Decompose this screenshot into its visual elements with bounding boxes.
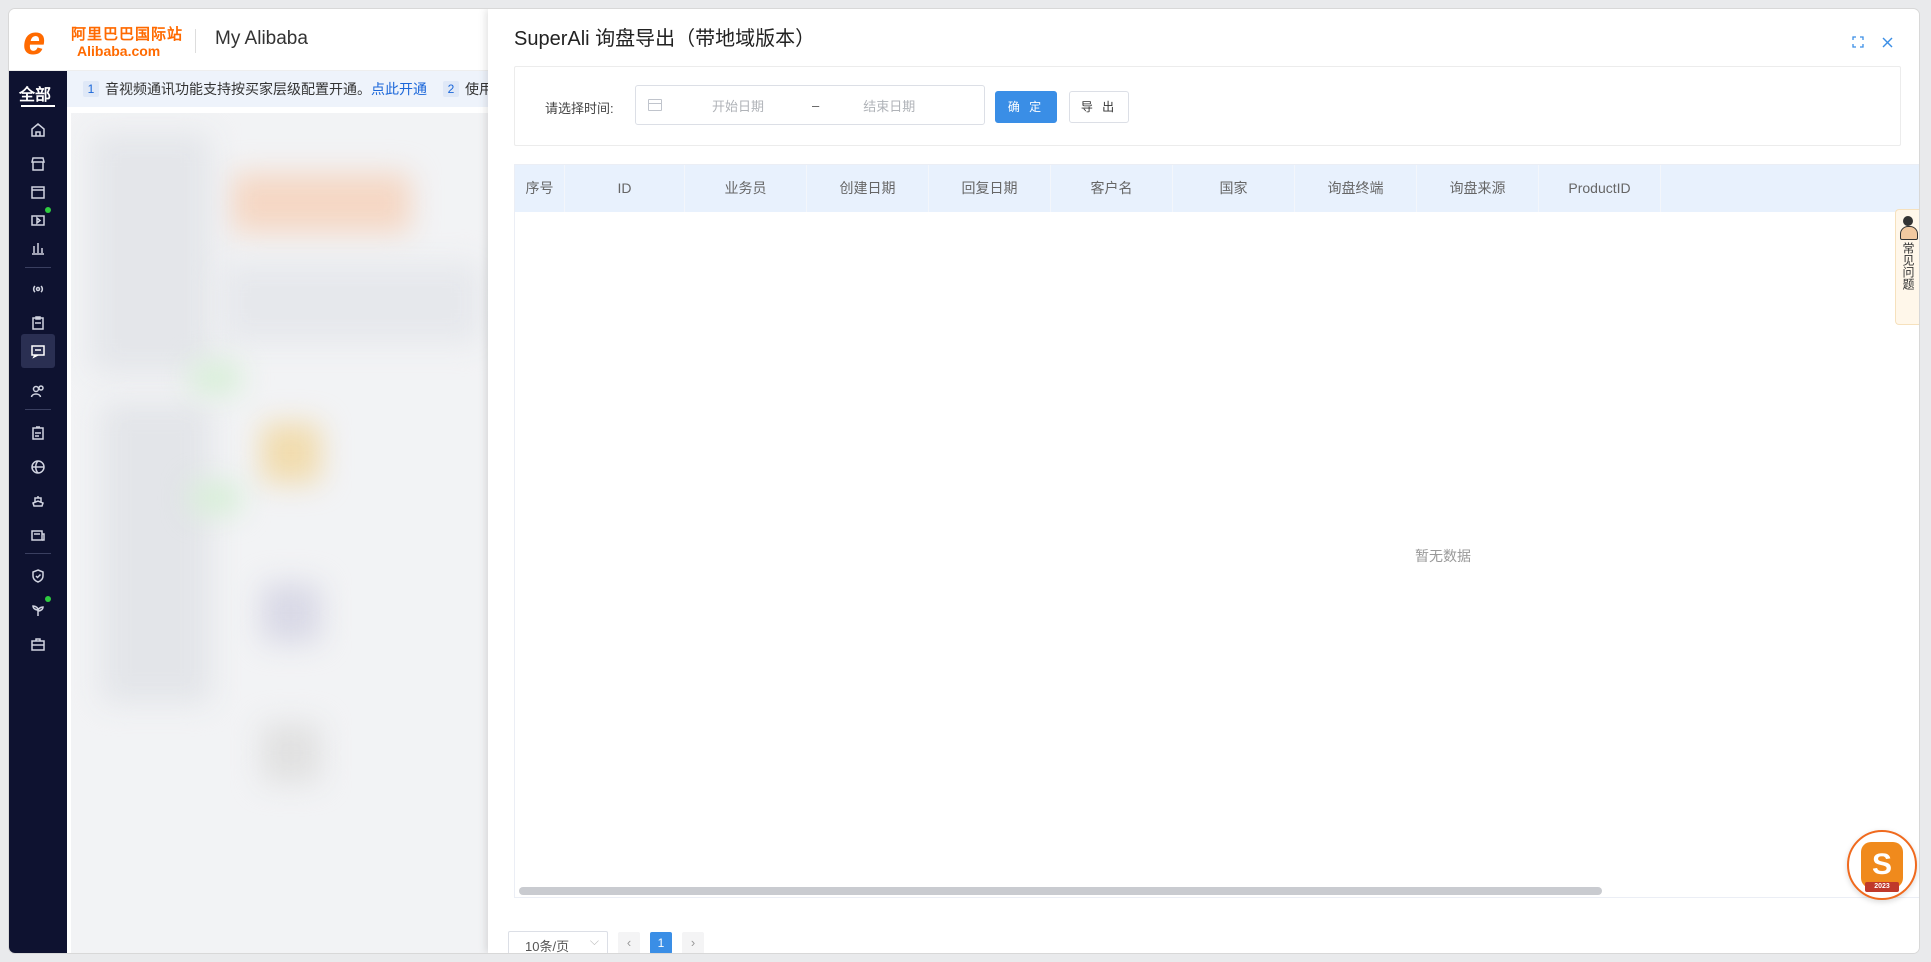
column-header: 询盘来源 bbox=[1417, 165, 1539, 212]
superali-float-button[interactable]: S 2023 bbox=[1847, 830, 1917, 900]
sidebar-separator bbox=[25, 267, 51, 268]
app-window: e 阿里巴巴国际站 Alibaba.com My Alibaba 全部 1 音视… bbox=[9, 9, 1919, 953]
message-icon[interactable] bbox=[21, 334, 55, 368]
box-icon[interactable] bbox=[27, 181, 49, 203]
home-icon[interactable] bbox=[27, 119, 49, 141]
video-new-dot bbox=[45, 207, 51, 213]
document-icon[interactable] bbox=[27, 422, 49, 444]
header-divider bbox=[195, 29, 196, 53]
column-header: 回复日期 bbox=[929, 165, 1051, 212]
confirm-button[interactable]: 确 定 bbox=[995, 91, 1057, 123]
drawer-title: SuperAli 询盘导出（带地域版本） bbox=[514, 28, 816, 50]
inquiry-export-drawer: SuperAli 询盘导出（带地域版本） 请选择时间: 开始日期 – 结束日期 … bbox=[488, 9, 1919, 953]
blurred-block bbox=[191, 363, 241, 393]
pagination: 10条/页 ‹ 1 › bbox=[508, 931, 704, 953]
table-body: 暂无数据 bbox=[515, 212, 1919, 897]
alibaba-logo-icon: e bbox=[23, 19, 46, 63]
column-header: 业务员 bbox=[685, 165, 807, 212]
blurred-block bbox=[261, 723, 321, 783]
blurred-block bbox=[191, 483, 241, 513]
calendar-icon bbox=[648, 99, 662, 111]
blurred-block bbox=[261, 583, 321, 643]
sidebar-separator bbox=[25, 409, 51, 410]
broadcast-icon[interactable] bbox=[27, 278, 49, 300]
horizontal-scrollbar[interactable] bbox=[519, 887, 1602, 895]
prev-page-button[interactable]: ‹ bbox=[618, 932, 640, 953]
inquiry-table: 序号 ID 业务员 创建日期 回复日期 客户名 国家 询盘终端 询盘来源 ProductID 暂无… bbox=[514, 164, 1919, 898]
blurred-block bbox=[231, 173, 411, 233]
date-range-separator: – bbox=[812, 97, 820, 113]
sidebar: 全部 bbox=[9, 71, 67, 953]
start-date-input[interactable]: 开始日期 bbox=[712, 96, 792, 115]
app-icon-letter: S bbox=[1871, 848, 1892, 881]
column-header: 询盘终端 bbox=[1295, 165, 1417, 212]
ship-icon[interactable] bbox=[27, 490, 49, 512]
faq-side-tab[interactable]: 常见问题 bbox=[1895, 209, 1919, 325]
fullscreen-icon[interactable] bbox=[1852, 35, 1864, 51]
empty-state-text: 暂无数据 bbox=[1415, 548, 1471, 564]
bar-chart-icon[interactable] bbox=[27, 237, 49, 259]
shield-icon[interactable] bbox=[27, 565, 49, 587]
customer-service-avatar-icon bbox=[1899, 216, 1918, 240]
blurred-block bbox=[91, 133, 211, 373]
logo-en-text: Alibaba.com bbox=[77, 43, 161, 59]
logo-cn-text: 阿里巴巴国际站 bbox=[71, 26, 184, 43]
column-header: ProductID bbox=[1539, 165, 1661, 212]
column-header: 创建日期 bbox=[807, 165, 929, 212]
export-button[interactable]: 导 出 bbox=[1069, 91, 1129, 123]
sidebar-all-underline bbox=[21, 105, 55, 107]
blurred-block bbox=[101, 403, 211, 703]
page-title[interactable]: My Alibaba bbox=[215, 28, 308, 50]
column-header: ID bbox=[565, 165, 685, 212]
column-header: 序号 bbox=[515, 165, 565, 212]
alibaba-logo[interactable]: e 阿里巴巴国际站 Alibaba.com bbox=[23, 21, 183, 61]
column-header: 客户名 bbox=[1051, 165, 1173, 212]
page-size-select[interactable]: 10条/页 bbox=[508, 931, 608, 953]
finance-icon[interactable] bbox=[27, 524, 49, 546]
globe-icon[interactable] bbox=[27, 456, 49, 478]
time-filter-label: 请选择时间: bbox=[545, 101, 614, 116]
filter-panel: 请选择时间: 开始日期 – 结束日期 确 定 导 出 bbox=[514, 66, 1901, 146]
close-icon[interactable] bbox=[1882, 35, 1893, 51]
notice-enable-link[interactable]: 点此开通 bbox=[371, 79, 427, 99]
users-icon[interactable] bbox=[27, 380, 49, 402]
blurred-background-content bbox=[71, 113, 495, 953]
date-range-picker[interactable]: 开始日期 – 结束日期 bbox=[635, 85, 985, 125]
notice-bar: 1 音视频通讯功能支持按买家层级配置开通。 点此开通 2 使用 bbox=[67, 71, 497, 107]
notice-number-2: 2 bbox=[443, 81, 459, 97]
next-page-button[interactable]: › bbox=[682, 932, 704, 953]
notice-text-1: 音视频通讯功能支持按买家层级配置开通。 bbox=[105, 81, 371, 97]
notice-number-1: 1 bbox=[83, 81, 99, 97]
end-date-input[interactable]: 结束日期 bbox=[863, 96, 943, 115]
page-number-current[interactable]: 1 bbox=[650, 932, 672, 953]
sidebar-all-tab[interactable]: 全部 bbox=[19, 81, 51, 105]
table-header: 序号 ID 业务员 创建日期 回复日期 客户名 国家 询盘终端 询盘来源 ProductID bbox=[515, 165, 1919, 212]
sprout-icon[interactable] bbox=[27, 599, 49, 621]
column-header: 国家 bbox=[1173, 165, 1295, 212]
sprout-new-dot bbox=[45, 596, 51, 602]
blurred-block bbox=[221, 263, 481, 343]
toolbox-icon[interactable] bbox=[27, 633, 49, 655]
top-header: e 阿里巴巴国际站 Alibaba.com My Alibaba bbox=[9, 9, 489, 71]
drawer-tools bbox=[1852, 35, 1893, 51]
sidebar-separator bbox=[25, 553, 51, 554]
superali-app-icon: S 2023 bbox=[1861, 842, 1903, 892]
faq-label: 常见问题 bbox=[1901, 242, 1915, 290]
blurred-block bbox=[261, 423, 321, 483]
clipboard-icon[interactable] bbox=[27, 312, 49, 334]
store-icon[interactable] bbox=[27, 153, 49, 175]
app-icon-year: 2023 bbox=[1865, 882, 1899, 892]
